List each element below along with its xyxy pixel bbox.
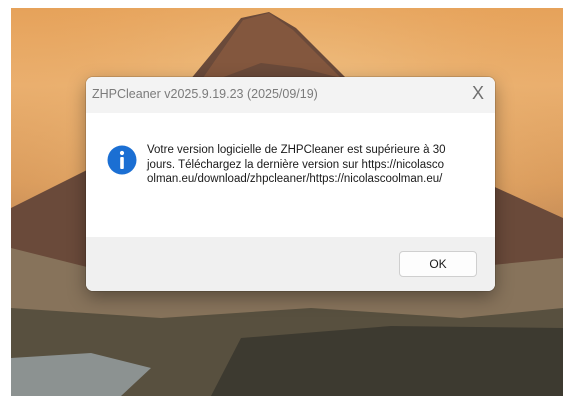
dialog-footer: OK [86, 237, 495, 291]
close-button[interactable]: X [461, 77, 495, 109]
dialog-title: ZHPCleaner v2025.9.19.23 (2025/09/19) [92, 87, 318, 101]
dialog-titlebar: ZHPCleaner v2025.9.19.23 (2025/09/19) X [86, 77, 495, 113]
zhpcleaner-dialog: ZHPCleaner v2025.9.19.23 (2025/09/19) X … [86, 77, 495, 291]
dialog-body: Votre version logicielle de ZHPCleaner e… [86, 113, 495, 237]
info-icon [107, 145, 137, 175]
ok-button[interactable]: OK [399, 251, 477, 277]
dialog-message: Votre version logicielle de ZHPCleaner e… [147, 144, 446, 185]
